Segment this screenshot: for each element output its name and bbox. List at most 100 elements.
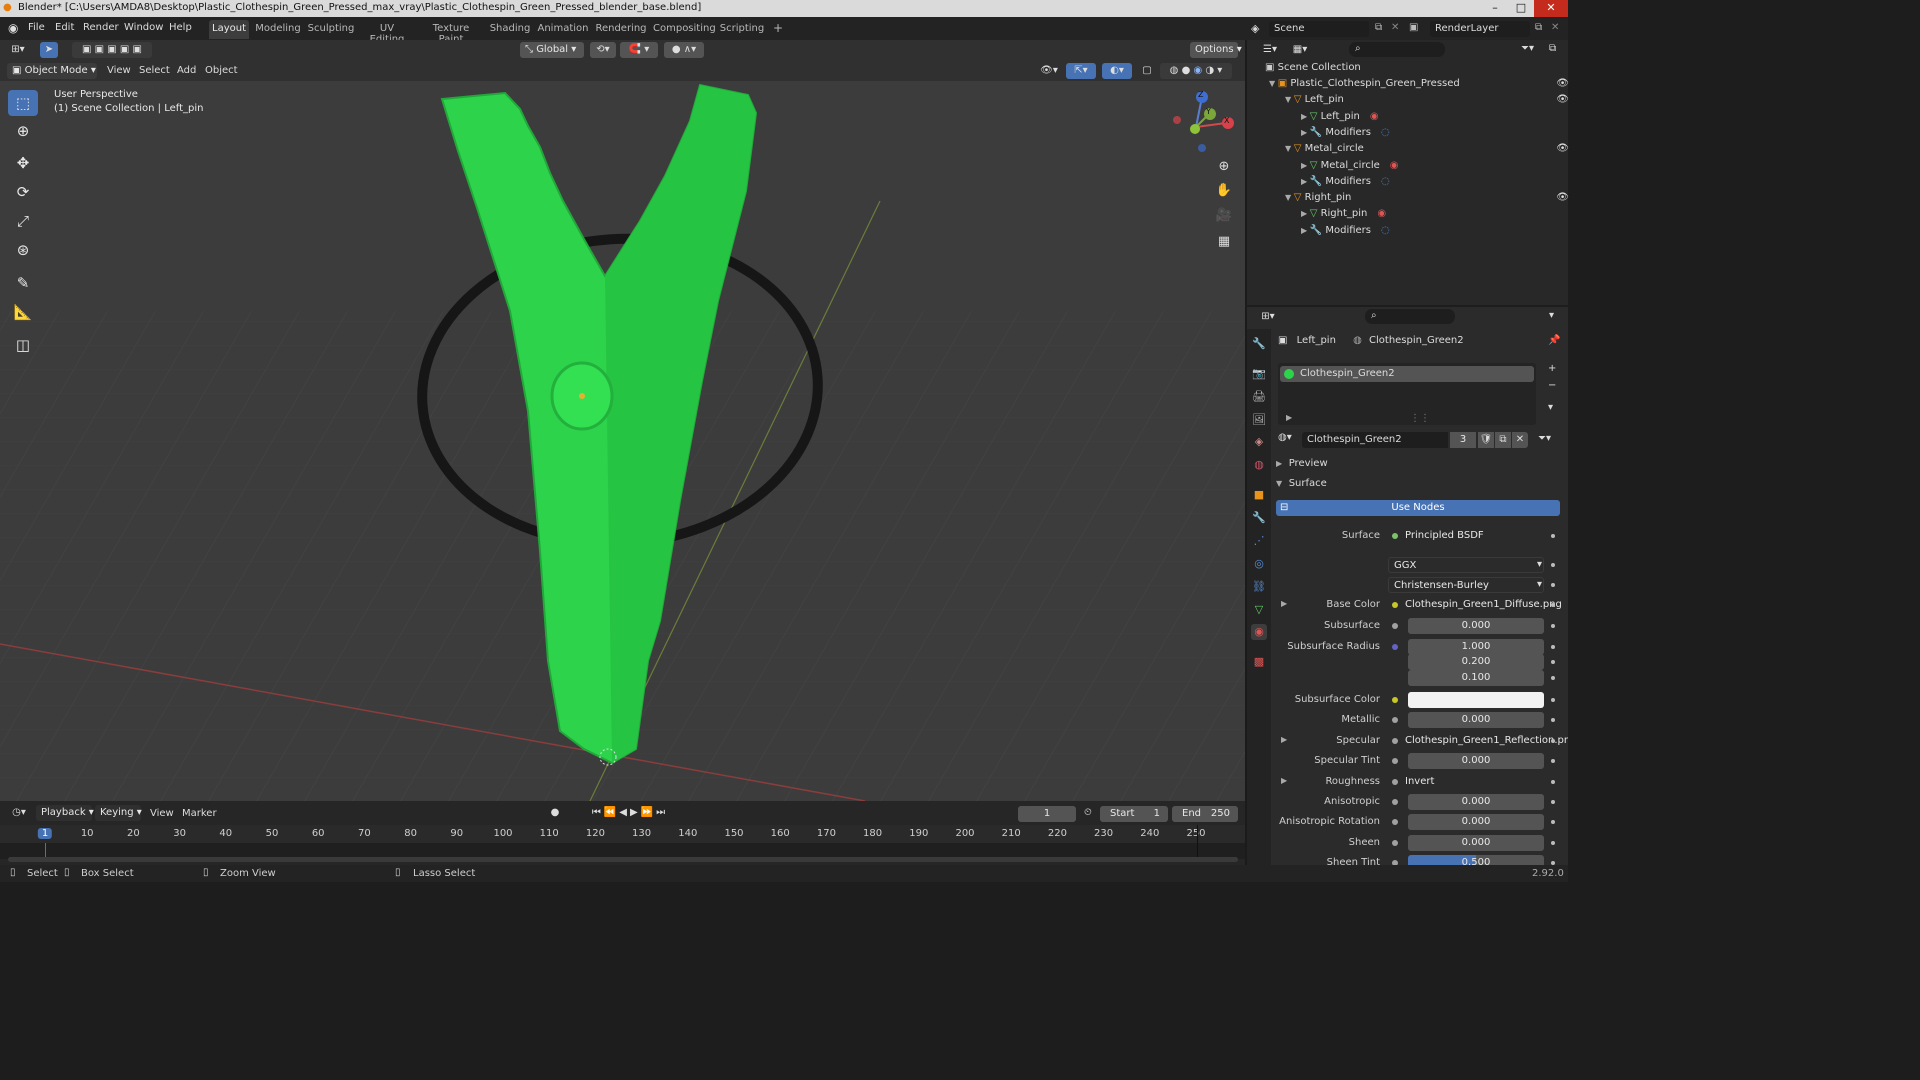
render-tab-icon[interactable]: 📷 [1251, 366, 1267, 382]
measure-tool-icon[interactable]: 📐 [8, 299, 38, 325]
view-layer-tab-icon[interactable]: 🖼 [1251, 412, 1267, 428]
tab-layout[interactable]: Layout [209, 20, 249, 39]
material-icon[interactable]: ◉ [1370, 111, 1379, 122]
visibility-eye-icon[interactable]: 👁 [1556, 78, 1569, 89]
new-collection-icon[interactable]: ⧉ [1549, 43, 1556, 54]
slot-specials-icon[interactable]: ▾ [1548, 402, 1553, 413]
socket-dot-icon[interactable] [1392, 697, 1398, 703]
object-tab-icon[interactable]: ■ [1251, 487, 1267, 503]
start-frame-field[interactable]: Start 1 [1100, 806, 1168, 822]
collapse-arrow-icon[interactable]: ▼ [1285, 95, 1294, 104]
new-layer-icon[interactable]: ⧉ [1535, 22, 1542, 33]
menu-edit[interactable]: Edit [55, 22, 74, 33]
numeric-field[interactable]: 0.000 [1408, 794, 1544, 810]
tab-sculpting[interactable]: Sculpting [307, 20, 355, 39]
keyframe-dot-icon[interactable] [1551, 759, 1555, 763]
distribution-dropdown[interactable]: Christensen-Burley [1388, 577, 1544, 593]
linked-input-field[interactable]: Invert [1402, 774, 1544, 790]
add-cube-tool-icon[interactable]: ◫ [8, 332, 38, 358]
timeline-menu-view[interactable]: View [150, 808, 174, 819]
slot-resize-handle[interactable]: ⋮⋮ [1410, 413, 1430, 424]
snap-icon[interactable]: 🧲 ▾ [620, 42, 658, 58]
input-expand-icon[interactable]: ▶ [1281, 735, 1287, 744]
linked-input-field[interactable]: Clothespin_Green1_Reflection.png [1402, 733, 1568, 749]
socket-dot-icon[interactable] [1392, 819, 1398, 825]
delete-scene-icon[interactable]: ✕ [1391, 22, 1399, 33]
xray-icon[interactable]: ▢ [1140, 63, 1154, 79]
menu-file[interactable]: File [28, 22, 45, 33]
input-expand-icon[interactable]: ▶ [1281, 776, 1287, 785]
modifier-tab-icon[interactable]: 🔧 [1251, 510, 1267, 526]
new-scene-icon[interactable]: ⧉ [1375, 22, 1382, 33]
expand-arrow-icon[interactable]: ▶ [1301, 112, 1310, 121]
socket-dot-icon[interactable] [1392, 717, 1398, 723]
ortho-toggle-icon[interactable]: ▦ [1213, 231, 1235, 253]
numeric-field[interactable]: 1.000 [1408, 639, 1544, 655]
keyframe-dot-icon[interactable] [1551, 780, 1555, 784]
preview-range-icon[interactable]: ⏲ [1084, 807, 1092, 818]
close-icon[interactable]: ✕ [1534, 0, 1568, 17]
visibility-eye-icon[interactable]: 👁 [1556, 143, 1569, 154]
keyframe-dot-icon[interactable] [1551, 624, 1555, 628]
options-dropdown[interactable]: Options ▾ [1190, 42, 1242, 58]
outliner-item[interactable]: ▼ ▽ Left_pin 👁 [1285, 94, 1569, 110]
numeric-field[interactable]: 0.500 [1408, 855, 1544, 865]
rotate-tool-icon[interactable]: ⟳ [8, 179, 38, 205]
maximize-icon[interactable]: □ [1508, 0, 1534, 17]
input-expand-icon[interactable]: ▶ [1281, 599, 1287, 608]
tool-tab-icon[interactable]: 🔧 [1251, 336, 1267, 352]
modifier-wrench-icon[interactable]: ◌ [1381, 225, 1390, 236]
outliner-item[interactable]: ▼ ▽ Right_pin 👁 [1285, 192, 1569, 208]
socket-dot-icon[interactable] [1392, 533, 1398, 539]
3d-viewport[interactable]: User Perspective (1) Scene Collection | … [0, 81, 1245, 801]
filter-icon[interactable]: ⏷▾ [1521, 43, 1534, 54]
timeline-menu-marker[interactable]: Marker [182, 808, 217, 819]
numeric-field[interactable]: 0.000 [1408, 835, 1544, 851]
material-name-field[interactable]: Clothespin_Green2 [1302, 432, 1448, 448]
outliner-root-row[interactable]: ▣ Scene Collection [1265, 62, 1361, 78]
display-mode-icon[interactable]: ▦▾ [1287, 42, 1313, 58]
keyframe-dot-icon[interactable] [1551, 800, 1555, 804]
current-frame-field[interactable]: 1 [1018, 806, 1076, 822]
zoom-view-icon[interactable]: ⊕ [1213, 156, 1235, 178]
linked-input-field[interactable]: Clothespin_Green1_Diffuse.png [1402, 597, 1562, 613]
remove-slot-icon[interactable]: − [1548, 380, 1556, 391]
tab-animation[interactable]: Animation [537, 20, 589, 39]
scale-tool-icon[interactable]: ⤢ [8, 208, 38, 234]
outliner-item[interactable]: ▶ ▽ Metal_circle ◉ [1301, 160, 1569, 176]
socket-dot-icon[interactable] [1392, 602, 1398, 608]
pin-icon[interactable]: 📌 [1548, 335, 1560, 346]
unlink-material-icon[interactable]: ✕ [1512, 432, 1528, 448]
socket-dot-icon[interactable] [1392, 738, 1398, 744]
keyframe-dot-icon[interactable] [1551, 841, 1555, 845]
expand-arrow-icon[interactable]: ▶ [1301, 226, 1310, 235]
timeline-scrollbar[interactable] [8, 857, 1238, 862]
numeric-field[interactable]: 0.000 [1408, 712, 1544, 728]
transform-orientation-dropdown[interactable]: ⤡ Global ▾ [520, 42, 584, 58]
outliner-item[interactable]: ▶ 🔧 Modifiers ◌ [1301, 176, 1569, 192]
menu-window[interactable]: Window [124, 22, 163, 33]
socket-dot-icon[interactable] [1392, 779, 1398, 785]
blender-menu-icon[interactable]: ◉ [8, 21, 18, 35]
numeric-field[interactable]: 0.200 [1408, 654, 1544, 670]
timeline-editor-type-icon[interactable]: ◷▾ [6, 805, 32, 821]
viewport-menu-object[interactable]: Object [205, 65, 238, 76]
record-icon[interactable]: ● [546, 805, 564, 821]
viewport-menu-add[interactable]: Add [177, 65, 196, 76]
tab-scripting[interactable]: Scripting [719, 20, 765, 39]
outliner-search-input[interactable]: ⌕ [1349, 42, 1445, 57]
pivot-point-icon[interactable]: ⟲▾ [590, 42, 616, 58]
proportional-edit-icon[interactable]: ● ∧▾ [664, 42, 704, 58]
tab-compositing[interactable]: Compositing [653, 20, 716, 39]
fake-user-icon[interactable]: 🛡 [1478, 432, 1494, 448]
numeric-field[interactable]: 0.000 [1408, 753, 1544, 769]
keyframe-dot-icon[interactable] [1551, 660, 1555, 664]
transform-tool-icon[interactable]: ⊛ [8, 237, 38, 263]
material-slot-item[interactable]: Clothespin_Green2 [1280, 366, 1534, 382]
properties-search-input[interactable]: ⌕ [1365, 309, 1455, 324]
menu-help[interactable]: Help [169, 22, 192, 33]
mode-dropdown[interactable]: ▣ Object Mode ▾ [7, 63, 97, 79]
editor-type-icon[interactable]: ⊞▾ [6, 42, 30, 58]
expand-arrow-icon[interactable]: ▶ [1301, 161, 1310, 170]
viewport-menu-view[interactable]: View [107, 65, 131, 76]
